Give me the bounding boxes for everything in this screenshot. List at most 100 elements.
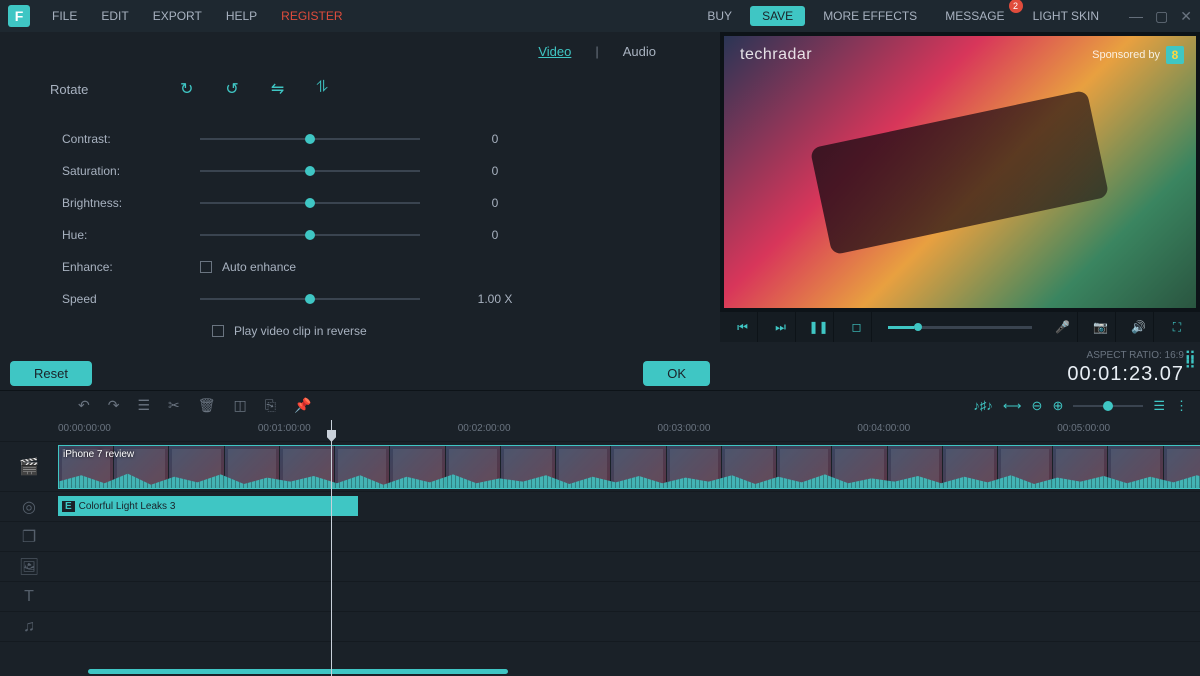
options-icon[interactable]: ⋮ bbox=[1175, 398, 1188, 414]
list-view-icon[interactable]: ☰ bbox=[1153, 398, 1165, 414]
time-ruler[interactable]: 00:00:00:00 00:01:00:00 00:02:00:00 00:0… bbox=[58, 420, 1200, 442]
stop-icon[interactable]: ◻ bbox=[842, 312, 872, 342]
enhance-label: Enhance: bbox=[50, 260, 200, 274]
playback-progress[interactable] bbox=[888, 326, 1032, 329]
saturation-value: 0 bbox=[470, 164, 520, 178]
effect-track[interactable]: E Colorful Light Leaks 3 bbox=[58, 492, 1200, 522]
flip-vertical-icon[interactable]: ⥮ bbox=[316, 79, 328, 99]
menu-message[interactable]: MESSAGE 2 bbox=[935, 5, 1014, 27]
edit-panel: Video | Audio Rotate ↻ ↺ ⇋ ⥮ Contrast: 0… bbox=[0, 32, 720, 390]
undo-icon[interactable]: ↶ bbox=[78, 397, 90, 414]
brightness-label: Brightness: bbox=[50, 196, 200, 210]
contrast-label: Contrast: bbox=[50, 132, 200, 146]
reset-button[interactable]: Reset bbox=[10, 361, 92, 386]
menu-light-skin[interactable]: LIGHT SKIN bbox=[1023, 5, 1109, 27]
crop-icon[interactable]: ◫ bbox=[234, 397, 247, 414]
effect-clip-label: Colorful Light Leaks 3 bbox=[79, 501, 176, 512]
pause-icon[interactable]: ❚❚ bbox=[804, 312, 834, 342]
tab-video[interactable]: Video bbox=[538, 44, 571, 59]
audio-track[interactable] bbox=[58, 612, 1200, 642]
minimize-icon[interactable]: — bbox=[1129, 8, 1143, 25]
auto-enhance-checkbox[interactable] bbox=[200, 261, 212, 273]
redo-icon[interactable]: ↷ bbox=[108, 397, 120, 414]
timecode-display: 00:01:23.07 bbox=[1067, 363, 1184, 386]
contrast-value: 0 bbox=[470, 132, 520, 146]
rotate-ccw-icon[interactable]: ↺ bbox=[225, 79, 238, 99]
effect-clip[interactable]: E Colorful Light Leaks 3 bbox=[58, 496, 358, 516]
video-track-icon[interactable]: 🎬 bbox=[0, 442, 58, 492]
menu-edit[interactable]: EDIT bbox=[91, 5, 138, 27]
horizontal-scrollbar[interactable] bbox=[88, 669, 508, 674]
reverse-label: Play video clip in reverse bbox=[234, 324, 367, 338]
speed-label: Speed bbox=[50, 292, 200, 306]
playback-bar: ⏮ ⏭ ❚❚ ◻ 🎤 📷 🔊 ⛶ bbox=[720, 312, 1200, 342]
tracks-area[interactable]: 00:00:00:00 00:01:00:00 00:02:00:00 00:0… bbox=[58, 420, 1200, 676]
edit-tabs: Video | Audio bbox=[50, 44, 696, 59]
preview-sponsored: Sponsored by 8 bbox=[1092, 46, 1184, 64]
menu-bar: F FILE EDIT EXPORT HELP REGISTER BUY SAV… bbox=[0, 0, 1200, 32]
next-frame-icon[interactable]: ⏭ bbox=[766, 312, 796, 342]
menu-file[interactable]: FILE bbox=[42, 5, 87, 27]
fullscreen-icon[interactable]: ⛶ bbox=[1162, 312, 1192, 342]
contrast-slider[interactable] bbox=[200, 138, 420, 140]
playhead[interactable] bbox=[331, 420, 332, 676]
tab-audio[interactable]: Audio bbox=[623, 44, 656, 59]
brightness-slider[interactable] bbox=[200, 202, 420, 204]
pin-icon[interactable]: 📌 bbox=[294, 397, 311, 414]
record-voiceover-icon[interactable]: 🎤 bbox=[1048, 312, 1078, 342]
preview-watermark: techradar bbox=[740, 46, 812, 64]
auto-enhance-label: Auto enhance bbox=[222, 260, 296, 274]
fit-icon[interactable]: ⟷ bbox=[1003, 398, 1022, 414]
preview-viewport: techradar Sponsored by 8 bbox=[724, 36, 1196, 308]
speed-value: 1.00 X bbox=[470, 292, 520, 306]
flip-horizontal-icon[interactable]: ⇋ bbox=[271, 79, 284, 99]
zoom-slider[interactable] bbox=[1073, 405, 1143, 407]
overlay-track[interactable] bbox=[58, 522, 1200, 552]
hue-slider[interactable] bbox=[200, 234, 420, 236]
layout-grid-icon[interactable]: ⠿⠿ bbox=[1184, 356, 1196, 368]
effect-track-icon[interactable]: ◎ bbox=[0, 492, 58, 522]
close-icon[interactable]: ✕ bbox=[1180, 8, 1192, 25]
speed-slider[interactable] bbox=[200, 298, 420, 300]
image-track[interactable] bbox=[58, 552, 1200, 582]
reverse-checkbox[interactable] bbox=[212, 325, 224, 337]
track-headers: 🎬 ◎ ❐ 🖼 T ♫ bbox=[0, 420, 58, 676]
save-button[interactable]: SAVE bbox=[750, 6, 805, 26]
timeline: 🎬 ◎ ❐ 🖼 T ♫ 00:00:00:00 00:01:00:00 00:0… bbox=[0, 420, 1200, 676]
ok-button[interactable]: OK bbox=[643, 361, 710, 386]
settings-list-icon[interactable]: ☰ bbox=[137, 397, 150, 414]
aspect-ratio-label: ASPECT RATIO: 16:9 bbox=[1087, 350, 1184, 361]
menu-register[interactable]: REGISTER bbox=[271, 5, 352, 27]
video-track[interactable]: iPhone 7 review bbox=[58, 442, 1200, 492]
saturation-slider[interactable] bbox=[200, 170, 420, 172]
overlay-track-icon[interactable]: ❐ bbox=[0, 522, 58, 552]
image-track-icon[interactable]: 🖼 bbox=[0, 552, 58, 582]
brightness-value: 0 bbox=[470, 196, 520, 210]
audio-mixer-icon[interactable]: ♪♯♪ bbox=[973, 398, 993, 413]
rotate-cw-icon[interactable]: ↻ bbox=[180, 79, 193, 99]
delete-icon[interactable]: 🗑 bbox=[198, 397, 216, 414]
cut-icon[interactable]: ✂ bbox=[168, 397, 180, 414]
volume-icon[interactable]: 🔊 bbox=[1124, 312, 1154, 342]
prev-frame-icon[interactable]: ⏮ bbox=[728, 312, 758, 342]
zoom-out-icon[interactable]: ⊖ bbox=[1032, 398, 1043, 414]
audio-track-icon[interactable]: ♫ bbox=[0, 612, 58, 642]
maximize-icon[interactable]: ▢ bbox=[1155, 8, 1168, 25]
saturation-label: Saturation: bbox=[50, 164, 200, 178]
menu-group-right: BUY SAVE MORE EFFECTS MESSAGE 2 LIGHT SK… bbox=[697, 5, 1192, 27]
ruler-mark: 00:04:00:00 bbox=[857, 423, 910, 434]
text-track-icon[interactable]: T bbox=[0, 582, 58, 612]
text-track[interactable] bbox=[58, 582, 1200, 612]
message-badge: 2 bbox=[1009, 0, 1023, 13]
menu-help[interactable]: HELP bbox=[216, 5, 267, 27]
export-clip-icon[interactable]: ⎘ bbox=[265, 397, 276, 414]
hue-value: 0 bbox=[470, 228, 520, 242]
snapshot-icon[interactable]: 📷 bbox=[1086, 312, 1116, 342]
hue-label: Hue: bbox=[50, 228, 200, 242]
menu-export[interactable]: EXPORT bbox=[143, 5, 212, 27]
timeline-toolbar: ↶ ↷ ☰ ✂ 🗑 ◫ ⎘ 📌 ♪♯♪ ⟷ ⊖ ⊕ ☰ ⋮ bbox=[0, 390, 1200, 420]
menu-buy[interactable]: BUY bbox=[697, 5, 742, 27]
ruler-mark: 00:02:00:00 bbox=[458, 423, 511, 434]
zoom-in-icon[interactable]: ⊕ bbox=[1052, 398, 1063, 414]
menu-more-effects[interactable]: MORE EFFECTS bbox=[813, 5, 927, 27]
